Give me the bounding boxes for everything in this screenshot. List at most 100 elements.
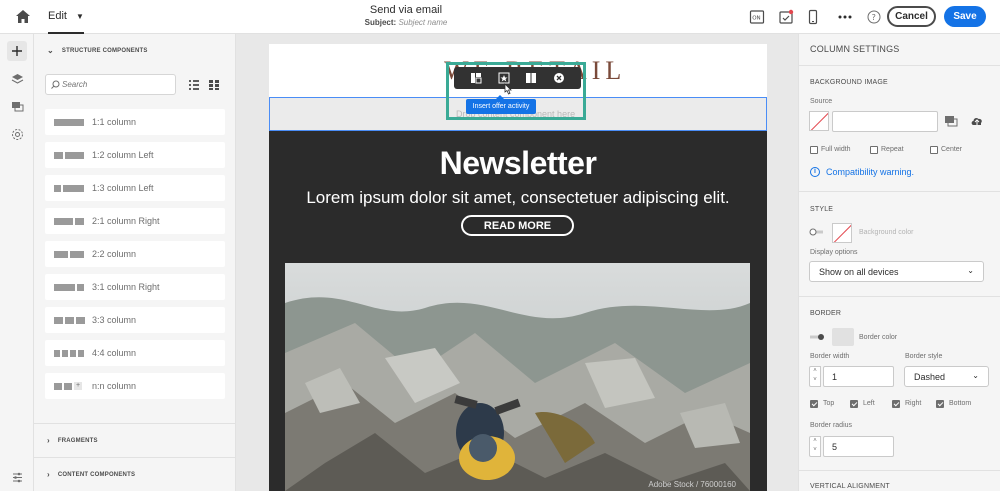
repeat-label: Repeat (881, 146, 904, 153)
mobile-preview-icon[interactable] (805, 9, 821, 25)
column-layout-icon (54, 151, 88, 159)
border-bottom-label: Bottom (949, 400, 972, 407)
chevron-right-icon: › (47, 436, 50, 445)
delete-tool[interactable] (552, 71, 566, 85)
border-style-select[interactable]: Dashed ⌄ (904, 366, 989, 387)
border-top-label: Top (823, 400, 835, 407)
component-label: 2:2 column (92, 249, 137, 259)
divider (799, 65, 1000, 66)
divider (34, 423, 236, 424)
component-1-2-column-left[interactable]: 1:2 column Left (45, 142, 225, 168)
component-4-4-column[interactable]: 4:4 column (45, 340, 225, 366)
grid-view-icon[interactable] (208, 79, 220, 91)
component-n-n-column[interactable]: + n:n column (45, 373, 225, 399)
cancel-button[interactable]: Cancel (887, 6, 936, 27)
newsletter-block[interactable]: Newsletter Lorem ipsum dolor sit amet, c… (269, 131, 767, 491)
divider (799, 191, 1000, 192)
divider (34, 457, 236, 458)
component-search[interactable] (45, 74, 176, 95)
border-width-value: 1 (832, 371, 838, 382)
subject-placeholder[interactable]: Subject name (398, 18, 447, 27)
components-panel: ⌄ STRUCTURE COMPONENTS 1:1 column 1:2 co… (34, 34, 236, 491)
sliders-icon (12, 472, 22, 482)
layers-icon (11, 73, 23, 84)
newsletter-subtitle[interactable]: Lorem ipsum dolor sit amet, consectetuer… (269, 188, 767, 208)
border-radius-input[interactable]: 5 (823, 436, 894, 457)
component-1-3-column-left[interactable]: 1:3 column Left (45, 175, 225, 201)
insert-offer-tooltip: Insert offer activity (466, 95, 536, 114)
border-top-checkbox[interactable] (810, 400, 818, 408)
image-browse-icon[interactable] (944, 115, 958, 127)
layers-button[interactable] (7, 69, 27, 89)
hero-image[interactable]: Adobe Stock / 76000160 (285, 263, 750, 491)
assets-button[interactable] (7, 96, 27, 116)
border-width-stepper[interactable]: ˄ ˅ (809, 366, 821, 387)
border-right-checkbox[interactable] (892, 400, 900, 408)
component-1-1-column[interactable]: 1:1 column (45, 109, 225, 135)
newsletter-title[interactable]: Newsletter (269, 145, 767, 182)
photo-credit: Adobe Stock / 76000160 (648, 480, 736, 489)
background-color-toggle[interactable] (809, 228, 825, 236)
component-2-2-column[interactable]: 2:2 column (45, 241, 225, 267)
border-radius-stepper[interactable]: ˄ ˅ (809, 436, 821, 457)
column-layout-icon (54, 349, 88, 357)
list-view-icon[interactable] (188, 79, 200, 91)
component-3-3-column[interactable]: 3:3 column (45, 307, 225, 333)
columns-icon (526, 73, 537, 83)
gear-icon (11, 128, 23, 140)
source-preview[interactable] (809, 111, 829, 131)
content-components-title: CONTENT COMPONENTS (57, 471, 136, 478)
html-code-icon[interactable]: ON (749, 9, 765, 25)
component-label: 1:1 column (92, 117, 137, 127)
structure-components-header[interactable]: ⌄ STRUCTURE COMPONENTS (47, 46, 148, 55)
panel-title: COLUMN SETTINGS (810, 44, 900, 54)
border-style-label: Border style (905, 353, 943, 360)
full-width-checkbox[interactable] (810, 146, 818, 154)
structure-components-title: STRUCTURE COMPONENTS (61, 47, 148, 54)
settings-button[interactable] (7, 467, 27, 487)
chevron-down-icon: ⌄ (972, 371, 979, 380)
background-color-swatch[interactable] (832, 223, 852, 243)
repeat-checkbox[interactable] (870, 146, 878, 154)
chevron-right-icon: › (47, 470, 50, 479)
border-width-input[interactable]: 1 (823, 366, 894, 387)
assets-icon (11, 101, 23, 111)
border-color-swatch[interactable] (832, 328, 854, 346)
center-checkbox[interactable] (930, 146, 938, 154)
search-icon (51, 80, 60, 89)
background-image-heading: BACKGROUND IMAGE (810, 79, 888, 86)
subject-line[interactable]: Subject: Subject name (0, 18, 812, 27)
title-block: Send via email Subject: Subject name (0, 4, 812, 27)
border-bottom-checkbox[interactable] (936, 400, 944, 408)
svg-text:?: ? (872, 13, 876, 22)
search-input[interactable] (62, 80, 172, 89)
page-title: Send via email (369, 4, 443, 16)
personalization-button[interactable] (7, 124, 27, 144)
column-layout-icon: + (54, 382, 88, 390)
source-input[interactable] (832, 111, 938, 132)
border-color-label: Border color (859, 334, 898, 341)
display-options-label: Display options (810, 249, 858, 256)
vertical-alignment-heading: VERTICAL ALIGNMENT (810, 483, 890, 490)
component-2-1-column-right[interactable]: 2:1 column Right (45, 208, 225, 234)
border-toggle[interactable] (809, 333, 825, 341)
display-options-select[interactable]: Show on all devices ⌄ (809, 261, 984, 282)
component-label: n:n column (92, 381, 137, 391)
add-components-button[interactable] (7, 41, 27, 61)
component-3-1-column-right[interactable]: 3:1 column Right (45, 274, 225, 300)
fragments-header[interactable]: › FRAGMENTS (47, 436, 98, 445)
border-left-checkbox[interactable] (850, 400, 858, 408)
save-button[interactable]: Save (944, 6, 986, 27)
border-heading: BORDER (810, 310, 842, 317)
component-label: 3:3 column (92, 315, 137, 325)
upload-cloud-icon[interactable] (970, 115, 984, 127)
calendar-check-icon[interactable] (778, 9, 794, 25)
columns-tool[interactable] (524, 71, 538, 85)
content-components-header[interactable]: › CONTENT COMPONENTS (47, 470, 135, 479)
more-options-icon[interactable] (837, 9, 853, 25)
read-more-button[interactable]: READ MORE (461, 215, 574, 236)
fragments-title: FRAGMENTS (57, 437, 98, 444)
help-icon[interactable]: ? (866, 9, 882, 25)
compatibility-warning-link[interactable]: i Compatibility warning. (810, 167, 914, 177)
structure-tool[interactable] (469, 71, 483, 85)
